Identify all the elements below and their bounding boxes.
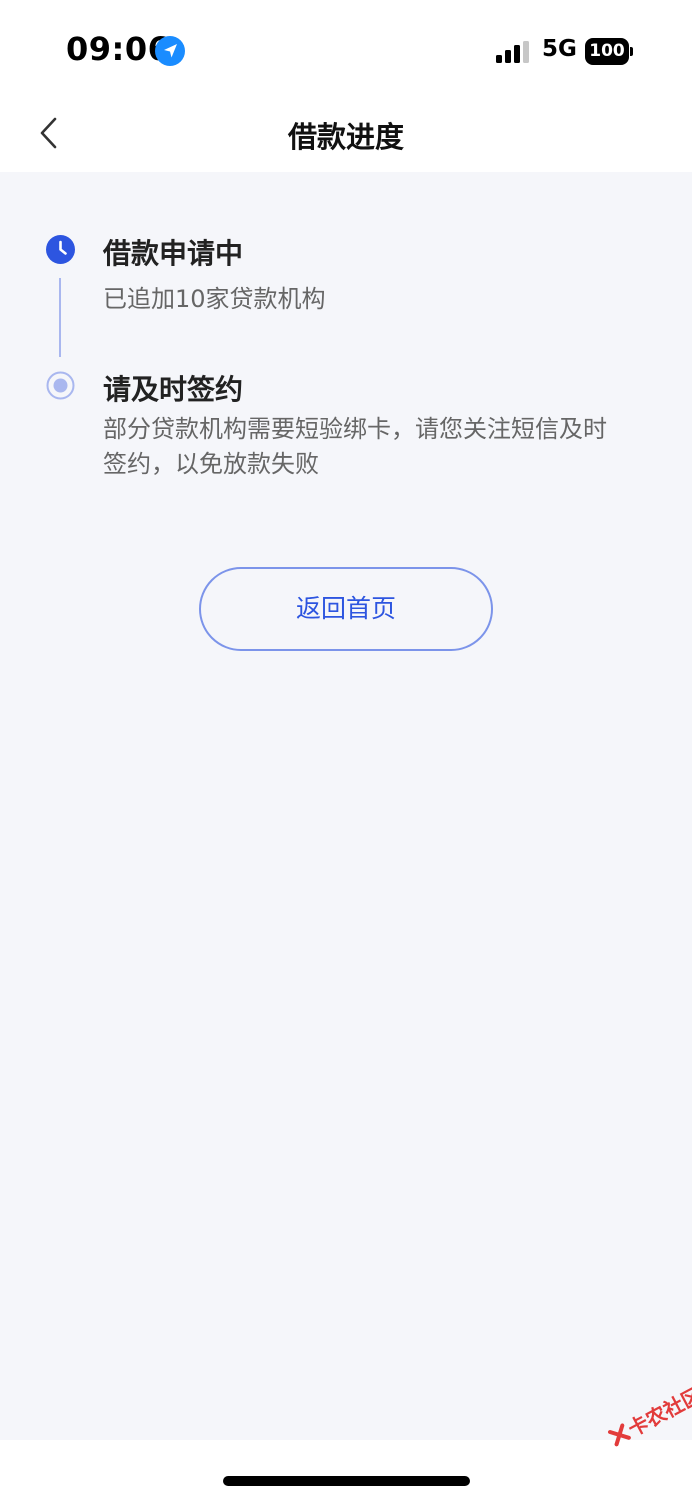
step-description-sign: 部分贷款机构需要短验绑卡，请您关注短信及时签约，以免放款失败	[103, 415, 607, 478]
timeline-connector	[59, 278, 61, 357]
step-title-applying: 借款申请中	[103, 237, 244, 270]
return-home-button[interactable]: 返回首页	[199, 567, 493, 651]
navigation-bar: 借款进度	[0, 96, 692, 172]
step-title-sign: 请及时签约	[103, 373, 244, 406]
location-arrow-icon	[155, 36, 185, 66]
pending-step-dot-icon	[46, 371, 75, 400]
status-bar: 09:06 5G 100	[0, 0, 692, 96]
battery-level: 100	[585, 38, 629, 65]
battery-tip	[630, 47, 633, 56]
main-content	[0, 172, 692, 1440]
cellular-signal-icon	[496, 41, 529, 63]
clock-icon	[46, 235, 75, 264]
network-type: 5G	[542, 36, 577, 62]
home-indicator-area	[0, 1440, 692, 1500]
home-indicator[interactable]	[223, 1476, 470, 1486]
step-description-applying: 已追加10家贷款机构	[103, 285, 326, 313]
battery-icon: 100	[585, 38, 633, 65]
page-title: 借款进度	[287, 120, 404, 154]
